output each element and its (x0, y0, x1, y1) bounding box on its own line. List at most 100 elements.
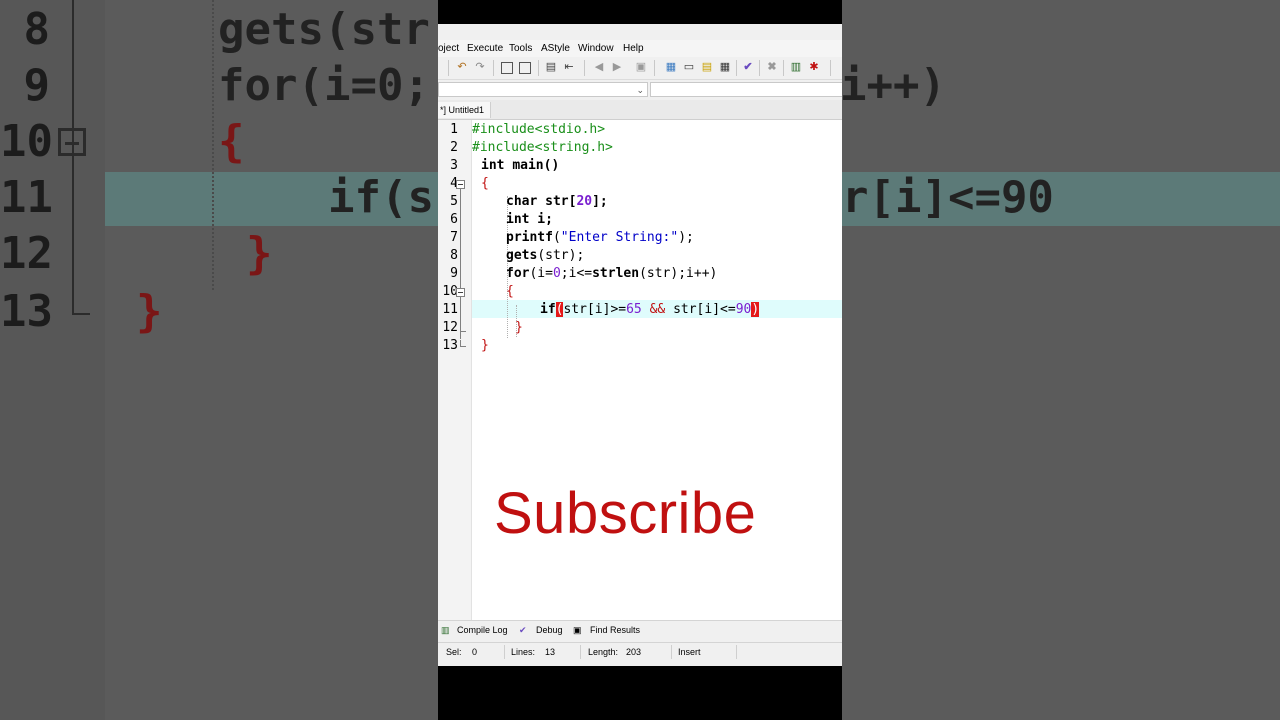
combo-row: ⌄ (438, 80, 842, 99)
unindent-icon[interactable]: ⇤ (562, 60, 576, 74)
find-icon[interactable] (501, 62, 513, 74)
code-line: { (481, 176, 489, 191)
menu-item-window[interactable]: Window (578, 43, 614, 54)
line-number: 3 (450, 158, 458, 173)
line-number: 6 (450, 212, 458, 227)
code-line: { (506, 284, 514, 299)
class-dropdown[interactable]: ⌄ (438, 82, 648, 97)
line-number: 7 (450, 230, 458, 245)
tab-bar: *] Untitled1 (438, 100, 842, 120)
check-icon[interactable]: ✔ (741, 60, 755, 74)
ide-window: oject Execute Tools AStyle Window Help ↶… (438, 24, 842, 666)
background-line-number: 9 (23, 60, 51, 111)
status-length-label: Length: (588, 647, 619, 657)
top-black-bar (438, 0, 842, 24)
toolbar-separator (736, 60, 737, 76)
status-separator (671, 645, 672, 659)
code-line: #include<stdio.h> (472, 122, 606, 137)
tab-find-results[interactable]: Find Results (590, 625, 640, 635)
line-number: 1 (450, 122, 458, 137)
chart-icon[interactable]: ▥ (789, 60, 803, 74)
menu-item-execute[interactable]: Execute (467, 43, 503, 54)
window-icon[interactable]: ▭ (682, 60, 696, 74)
background-line-number: 12 (0, 228, 53, 279)
code-line: if(str[i]>=65 && str[i]<=90) (540, 302, 760, 317)
background-code: { (218, 116, 245, 167)
status-separator (736, 645, 737, 659)
background-code: gets(str (218, 4, 430, 55)
code-line: int main() (481, 158, 560, 173)
bottom-panel-tabs: ▥ Compile Log ✔ Debug ▣ Find Results (438, 620, 842, 641)
background-code: i++) (840, 60, 946, 111)
redo-icon[interactable]: ↷ (473, 60, 487, 74)
bug-icon[interactable]: ✱ (807, 60, 821, 74)
bottom-black-bar (438, 666, 842, 720)
fold-line (460, 189, 461, 288)
code-line: int i; (506, 212, 553, 227)
menu-item-help[interactable]: Help (623, 43, 644, 54)
background-line-number: 13 (0, 286, 53, 337)
check-icon: ✔ (519, 625, 527, 635)
close-icon[interactable]: ✖ (765, 60, 779, 74)
fold-toggle-icon[interactable] (456, 288, 465, 297)
back-icon[interactable]: ◀ (592, 60, 606, 74)
toolbar-separator (759, 60, 760, 76)
code-line: #include<string.h> (472, 140, 613, 155)
fold-end (460, 340, 466, 347)
code-editor[interactable]: 1 2 3 4 5 6 7 8 9 10 11 12 13 #include<s… (438, 120, 842, 620)
status-length-value: 203 (626, 647, 642, 657)
code-line: } (481, 338, 489, 353)
fold-toggle-icon[interactable] (456, 180, 465, 189)
status-separator (504, 645, 505, 659)
replace-icon[interactable] (519, 62, 531, 74)
code-line: gets(str); (506, 248, 585, 263)
background-line-number: 8 (23, 4, 51, 55)
status-mode: Insert (678, 647, 701, 657)
line-number: 5 (450, 194, 458, 209)
menu-item-astyle[interactable]: AStyle (541, 43, 570, 54)
menu-bar: oject Execute Tools AStyle Window Help (438, 40, 842, 57)
menu-item-project[interactable]: oject (438, 43, 459, 54)
status-separator (580, 645, 581, 659)
toolbar-separator (830, 60, 831, 76)
code-line: char str[20]; (506, 194, 608, 209)
status-sel-label: Sel: (446, 647, 462, 657)
code-line: } (515, 320, 523, 335)
toolbar-separator (493, 60, 494, 76)
status-lines-value: 13 (545, 647, 556, 657)
tab-untitled1[interactable]: *] Untitled1 (438, 102, 492, 118)
line-number: 9 (450, 266, 458, 281)
line-number: 10 (442, 284, 458, 299)
background-line-number: 10 (0, 116, 53, 167)
indent-icon[interactable]: ▤ (544, 60, 558, 74)
tab-debug[interactable]: Debug (536, 625, 563, 635)
bookmark-icon[interactable]: ▣ (634, 60, 648, 74)
background-code: r[i]<=90 (842, 172, 1054, 223)
background-code: } (136, 286, 163, 337)
toolbar-separator (448, 60, 449, 76)
status-bar: Sel: 0 Lines: 13 Length: 203 Insert (438, 642, 842, 661)
toolbar-separator (654, 60, 655, 76)
forward-icon[interactable]: ▶ (610, 60, 624, 74)
function-dropdown[interactable] (650, 82, 842, 97)
grid-icon[interactable]: ▦ (664, 60, 678, 74)
chart-icon: ▥ (441, 625, 450, 635)
background-line-number: 11 (0, 172, 53, 223)
toolbar: ↶ ↷ ▤ ⇤ ◀ ▶ ▣ ▦ ▭ ▤ ▦ ✔ ✖ ▥ ✱ (438, 57, 842, 80)
fold-line (460, 331, 461, 339)
chevron-down-icon: ⌄ (636, 85, 644, 95)
code-line: printf("Enter String:"); (506, 230, 694, 245)
layout-icon[interactable]: ▤ (700, 60, 714, 74)
menu-item-tools[interactable]: Tools (509, 43, 532, 54)
undo-icon[interactable]: ↶ (455, 60, 469, 74)
tile-icon[interactable]: ▦ (718, 60, 732, 74)
subscribe-overlay: Subscribe (494, 481, 757, 546)
background-code: } (246, 228, 273, 279)
code-line: for(i=0;i<=strlen(str);i++) (506, 266, 718, 281)
toolbar-separator (783, 60, 784, 76)
line-number: 13 (442, 338, 458, 353)
find-icon: ▣ (573, 625, 582, 635)
line-number: 12 (442, 320, 458, 335)
tab-compile-log[interactable]: Compile Log (457, 625, 508, 635)
background-code: for(i=0; (218, 60, 430, 111)
